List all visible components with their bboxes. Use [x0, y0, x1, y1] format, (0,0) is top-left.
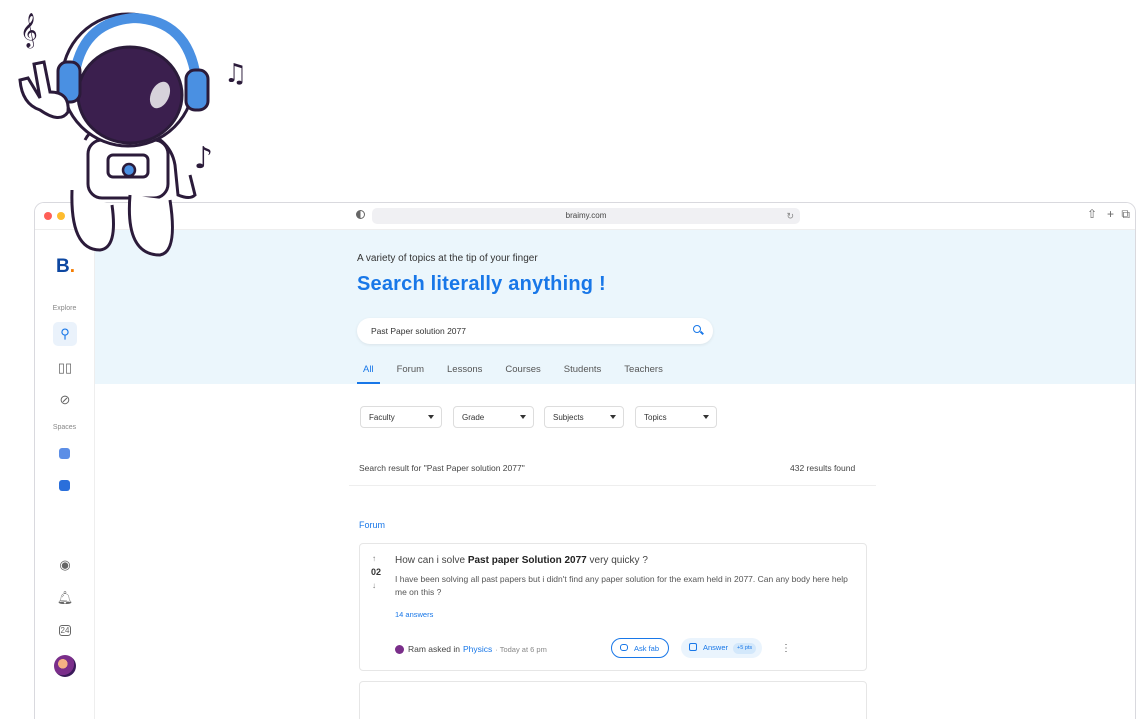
tab-students[interactable]: Students	[564, 364, 602, 384]
result-tabs: All Forum Lessons Courses Students Teach…	[357, 364, 686, 384]
section-title-forum: Forum	[359, 520, 386, 530]
results-count: 432 results found	[790, 463, 856, 473]
question-title[interactable]: How can i solve Past paper Solution 2077…	[395, 555, 648, 566]
share-icon[interactable]: ⇧	[1087, 207, 1097, 221]
faculty-filter[interactable]: Faculty	[360, 406, 442, 428]
treble-clef-icon: 𝄞	[20, 13, 38, 49]
space-people-icon[interactable]	[59, 448, 70, 459]
music-note-icon: ♫	[224, 59, 247, 89]
privacy-shield-icon[interactable]	[356, 210, 365, 219]
compass-icon: ⊘	[59, 392, 71, 407]
astronaut-illustration: 𝄞 ♫ ♪	[18, 12, 247, 257]
user-avatar[interactable]	[54, 655, 76, 677]
search-submit-icon[interactable]	[693, 325, 701, 333]
book-icon: ▯▯	[57, 360, 73, 375]
tab-overview-icon[interactable]: ⧉	[1121, 207, 1130, 222]
faculty-filter-label: Faculty	[369, 413, 395, 422]
tab-forum[interactable]: Forum	[397, 364, 424, 384]
hero-subtitle: A variety of topics at the tip of your f…	[357, 253, 538, 264]
vote-count: 02	[371, 567, 382, 577]
question-title-suffix: very quicky ?	[586, 555, 648, 566]
discover-nav-button[interactable]: ⊘	[53, 388, 77, 412]
topics-filter-label: Topics	[644, 413, 667, 422]
divider	[349, 485, 876, 486]
results-query: Search result for "Past Paper solution 2…	[359, 463, 525, 473]
tab-all[interactable]: All	[357, 364, 380, 384]
question-title-prefix: How can i solve	[395, 555, 468, 566]
lifebuoy-icon: ◉	[59, 557, 71, 572]
help-nav-button[interactable]: ◉	[53, 553, 77, 577]
edit-icon	[689, 643, 697, 651]
music-note-icon: ♪	[194, 141, 213, 176]
hero-title: Search literally anything !	[357, 273, 606, 295]
chevron-down-icon	[428, 415, 434, 419]
chevron-down-icon	[703, 415, 709, 419]
bell-icon: 🔔︎	[56, 590, 74, 605]
topics-filter[interactable]: Topics	[635, 406, 717, 428]
search-input[interactable]: Past Paper solution 2077	[357, 318, 713, 344]
search-nav-button[interactable]: ⚲	[53, 322, 77, 346]
lessons-nav-button[interactable]: ▯▯	[53, 356, 77, 380]
notifications-nav-button[interactable]: 🔔︎	[53, 586, 77, 610]
question-body: I have been solving all past papers but …	[395, 574, 848, 597]
answers-link[interactable]: 14 answers	[395, 610, 433, 619]
url-text: braimy.com	[565, 211, 607, 220]
ask-fab-label: Ask fab	[634, 644, 660, 653]
chat-icon	[620, 644, 628, 651]
new-tab-icon[interactable]: +	[1107, 207, 1114, 221]
answer-label: Answer	[703, 643, 729, 652]
address-bar[interactable]: braimy.com ↻	[372, 208, 800, 224]
author-text: Ram asked in	[408, 644, 460, 654]
question-meta: Ram asked in Physics · Today at 6 pm	[395, 644, 547, 654]
subjects-filter-label: Subjects	[553, 413, 584, 422]
question-title-highlight: Past paper Solution 2077	[467, 555, 587, 566]
author-avatar[interactable]	[395, 644, 404, 654]
forum-question-card[interactable]	[359, 681, 867, 719]
grade-filter[interactable]: Grade	[453, 406, 534, 428]
forum-question-card[interactable]: ↑ 02 ↓ How can i solve Past paper Soluti…	[359, 543, 867, 671]
question-time: · Today at 6 pm	[495, 644, 547, 654]
answer-button[interactable]: Answer +5 pts	[681, 638, 763, 658]
ask-fab-button[interactable]: Ask fab	[611, 638, 670, 658]
grade-filter-label: Grade	[462, 413, 485, 422]
tab-courses[interactable]: Courses	[505, 364, 540, 384]
chevron-down-icon	[520, 415, 526, 419]
calendar-nav-button[interactable]: 24	[53, 618, 77, 642]
browser-window: ‹ braimy.com ↻ ⇧ + ⧉ B. Explore ⚲ ▯▯ ⊘ S…	[34, 202, 1136, 719]
tab-lessons[interactable]: Lessons	[447, 364, 482, 384]
sidebar: B. Explore ⚲ ▯▯ ⊘ Spaces ◉ 🔔︎ 24	[35, 230, 95, 719]
upvote-arrow-icon[interactable]: ↑	[372, 554, 376, 563]
tab-teachers[interactable]: Teachers	[624, 364, 663, 384]
calendar-icon: 24	[58, 624, 72, 636]
downvote-arrow-icon[interactable]: ↓	[372, 581, 376, 590]
search-input-value: Past Paper solution 2077	[371, 326, 466, 336]
space-book-icon[interactable]	[59, 480, 70, 491]
points-badge: +5 pts	[733, 642, 757, 654]
subject-link[interactable]: Physics	[463, 644, 492, 654]
reload-icon[interactable]: ↻	[786, 208, 794, 224]
explore-label: Explore	[52, 305, 77, 312]
more-options-icon[interactable]: ⋮	[781, 643, 791, 654]
search-icon: ⚲	[60, 326, 70, 341]
subjects-filter[interactable]: Subjects	[544, 406, 624, 428]
chevron-down-icon	[610, 415, 616, 419]
spaces-label: Spaces	[52, 424, 77, 431]
